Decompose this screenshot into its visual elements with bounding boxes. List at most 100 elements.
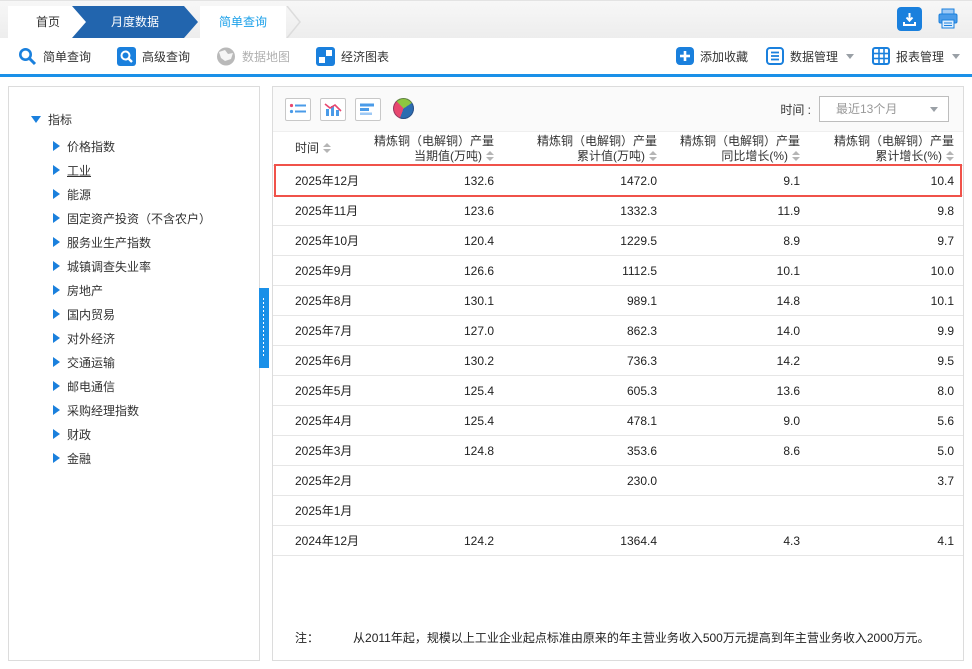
horizontal-bar-icon — [359, 102, 377, 116]
table-row[interactable]: 2025年8月130.1989.114.810.1 — [273, 286, 963, 316]
time-range-value: 最近13个月 — [836, 102, 897, 116]
footnote-label: 注： — [295, 629, 319, 646]
table-row[interactable]: 2025年1月 — [273, 496, 963, 526]
panel-splitter-handle[interactable] — [259, 288, 269, 368]
sidebar-item-industry[interactable]: 工业 — [53, 158, 259, 182]
header-current-value: 精炼铜（电解铜）产量 当期值(万吨) — [373, 132, 506, 166]
table-row[interactable]: 2025年5月125.4605.313.68.0 — [273, 376, 963, 406]
header-time: 时间 — [273, 132, 373, 166]
tab-simple-query[interactable]: 简单查询 — [200, 6, 286, 38]
sort-icon[interactable] — [648, 151, 657, 161]
sort-icon[interactable] — [945, 151, 954, 161]
table-row[interactable]: 2025年6月130.2736.314.29.5 — [273, 346, 963, 376]
time-range-select[interactable]: 最近13个月 — [819, 96, 949, 122]
sidebar-item-post-telecom[interactable]: 邮电通信 — [53, 374, 259, 398]
top-tab-bar: 首页 月度数据 简单查询 — [0, 0, 972, 38]
sidebar-item-fixed-assets[interactable]: 固定资产投资（不含农户） — [53, 206, 259, 230]
advanced-query-label: 高级查询 — [142, 48, 190, 65]
sidebar-item-price-index[interactable]: 价格指数 — [53, 134, 259, 158]
economic-charts-button[interactable]: 经济图表 — [316, 47, 389, 66]
tab-home[interactable]: 首页 — [8, 6, 88, 38]
table-row[interactable]: 2025年4月125.4478.19.05.6 — [273, 406, 963, 436]
sidebar-item-real-estate[interactable]: 房地产 — [53, 278, 259, 302]
table-row[interactable]: 2025年2月230.03.7 — [273, 466, 963, 496]
tab-monthly-data[interactable]: 月度数据 — [72, 6, 198, 38]
data-map-button[interactable]: 数据地图 — [216, 47, 290, 66]
table-view-button[interactable] — [285, 98, 311, 121]
triangle-right-icon — [53, 285, 60, 295]
tree-root-indicators[interactable]: 指标 — [31, 111, 259, 128]
report-manage-label: 报表管理 — [896, 48, 944, 65]
print-button[interactable] — [936, 7, 960, 31]
pie-chart-view-button[interactable] — [393, 98, 416, 121]
data-map-icon — [216, 47, 236, 66]
table-row[interactable]: 2025年3月124.8353.68.65.0 — [273, 436, 963, 466]
table-row[interactable]: 2025年12月132.61472.09.110.4 — [273, 166, 963, 196]
list-view-icon — [289, 102, 307, 116]
footnote: 注： 从2011年起，规模以上工业企业起点标准由原来的年主营业务收入500万元提… — [295, 629, 930, 646]
sidebar-item-transport[interactable]: 交通运输 — [53, 350, 259, 374]
sort-icon[interactable] — [485, 151, 494, 161]
triangle-right-icon — [53, 189, 60, 199]
sidebar-item-label: 城镇调查失业率 — [67, 258, 151, 275]
sidebar-item-fiscal[interactable]: 财政 — [53, 422, 259, 446]
sidebar-item-label: 固定资产投资（不含农户） — [67, 210, 211, 227]
search-icon — [18, 47, 37, 66]
data-table: 时间 精炼铜（电解铜）产量 当期值(万吨) 精炼铜（电解铜）产量 累计值(万吨)… — [273, 131, 963, 556]
sidebar-item-energy[interactable]: 能源 — [53, 182, 259, 206]
sidebar-item-pmi[interactable]: 采购经理指数 — [53, 398, 259, 422]
chevron-down-icon — [930, 107, 938, 112]
table-grid-icon — [872, 47, 890, 65]
sidebar-item-unemployment[interactable]: 城镇调查失业率 — [53, 254, 259, 278]
table-row[interactable]: 2025年10月120.41229.58.99.7 — [273, 226, 963, 256]
sidebar-item-label: 财政 — [67, 426, 91, 443]
query-toolbar: 简单查询 高级查询 数据地图 — [0, 38, 972, 74]
triangle-right-icon — [53, 453, 60, 463]
add-favorite-label: 添加收藏 — [700, 48, 748, 65]
simple-query-label: 简单查询 — [43, 48, 91, 65]
triangle-down-icon — [31, 116, 41, 123]
triangle-right-icon — [53, 381, 60, 391]
document-list-icon — [766, 47, 784, 65]
header-cumulative-growth: 精炼铜（电解铜）产量 累计增长(%) — [812, 132, 963, 166]
sidebar-item-finance[interactable]: 金融 — [53, 446, 259, 470]
add-favorite-button[interactable]: 添加收藏 — [676, 47, 748, 65]
table-row[interactable]: 2024年12月124.21364.44.34.1 — [273, 526, 963, 556]
time-filter-label: 时间 : — [780, 101, 811, 118]
download-icon — [902, 12, 917, 27]
triangle-right-icon — [53, 237, 60, 247]
sidebar-item-domestic-trade[interactable]: 国内贸易 — [53, 302, 259, 326]
chevron-right-icon — [286, 6, 302, 38]
triangle-right-icon — [53, 429, 60, 439]
hbar-chart-view-button[interactable] — [355, 98, 381, 121]
triangle-right-icon — [53, 405, 60, 415]
chevron-down-icon — [952, 54, 960, 59]
economic-charts-icon — [316, 47, 335, 66]
sort-icon[interactable] — [791, 151, 800, 161]
chevron-down-icon — [846, 54, 854, 59]
data-manage-label: 数据管理 — [790, 48, 838, 65]
economic-charts-label: 经济图表 — [341, 48, 389, 65]
indicator-sidebar: 指标 价格指数 工业 能源 固定资产投资（不含农户） 服务业生产指数 城镇调查失… — [8, 86, 260, 661]
pie-chart-icon — [393, 98, 414, 119]
report-manage-menu[interactable]: 报表管理 — [872, 47, 960, 65]
bar-chart-view-button[interactable] — [320, 98, 346, 121]
sort-icon[interactable] — [322, 143, 331, 153]
advanced-query-button[interactable]: 高级查询 — [117, 47, 190, 66]
table-row[interactable]: 2025年11月123.61332.311.99.8 — [273, 196, 963, 226]
download-button[interactable] — [897, 7, 922, 31]
data-manage-menu[interactable]: 数据管理 — [766, 47, 854, 65]
footnote-text: 从2011年起，规模以上工业企业起点标准由原来的年主营业务收入500万元提高到年… — [353, 629, 930, 646]
table-row[interactable]: 2025年7月127.0862.314.09.9 — [273, 316, 963, 346]
sidebar-item-foreign-economy[interactable]: 对外经济 — [53, 326, 259, 350]
simple-query-button[interactable]: 简单查询 — [18, 47, 91, 66]
sidebar-item-service-index[interactable]: 服务业生产指数 — [53, 230, 259, 254]
data-panel: 时间 : 最近13个月 时间 精炼铜（电解铜）产量 当期值(万吨) 精炼铜（电解… — [272, 86, 964, 661]
sidebar-item-label: 能源 — [67, 186, 91, 203]
sidebar-item-label: 金融 — [67, 450, 91, 467]
sidebar-item-label: 服务业生产指数 — [67, 234, 151, 251]
header-cumulative-value: 精炼铜（电解铜）产量 累计值(万吨) — [506, 132, 669, 166]
sidebar-item-label: 价格指数 — [67, 138, 115, 155]
table-header-row: 时间 精炼铜（电解铜）产量 当期值(万吨) 精炼铜（电解铜）产量 累计值(万吨)… — [273, 132, 963, 166]
table-row[interactable]: 2025年9月126.61112.510.110.0 — [273, 256, 963, 286]
